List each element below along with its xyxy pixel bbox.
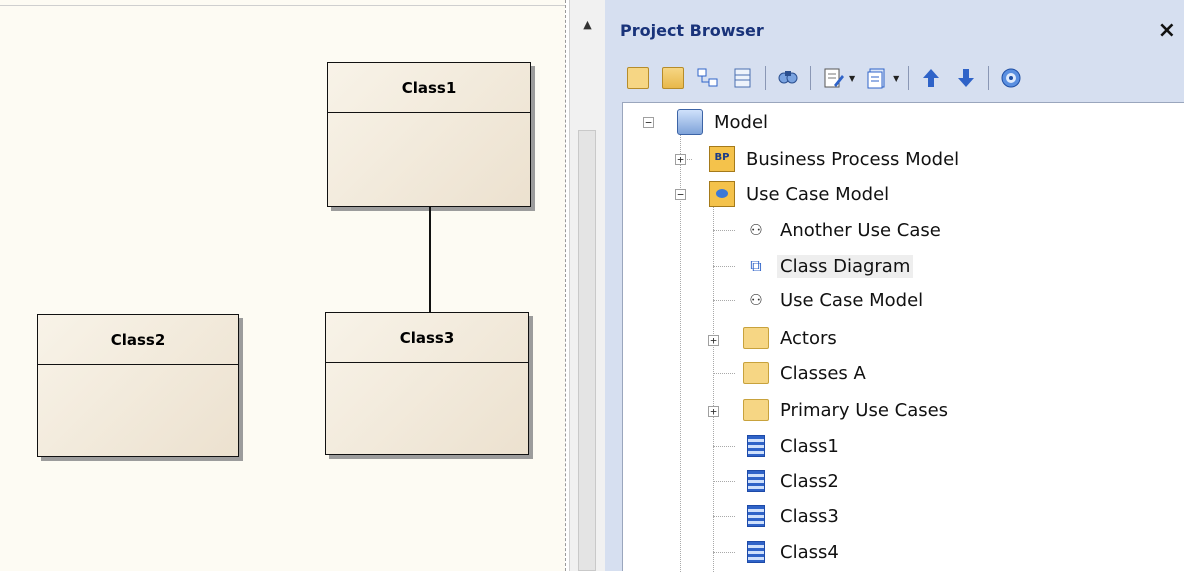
tree-node-use-case-model-diagram[interactable]: ⚇ Use Case Model (743, 283, 926, 317)
tree-guide-line (713, 552, 735, 553)
canvas-top-border (0, 5, 565, 6)
tree-node-class3[interactable]: Class3 (743, 499, 842, 533)
tree-node-another-use-case[interactable]: ⚇ Another Use Case (743, 213, 944, 247)
tree-guide-line (713, 373, 735, 374)
tree-node-label: Class2 (780, 470, 839, 492)
new-view-icon[interactable] (660, 65, 686, 91)
panel-title: Project Browser (620, 20, 764, 40)
folder-icon (743, 327, 769, 349)
tree-node-class-diagram[interactable]: ⧉ Class Diagram (743, 249, 914, 283)
use-case-model-icon (709, 181, 735, 207)
project-browser-toolbar: ▼ ▼ (625, 58, 1184, 98)
toolbar-separator (810, 66, 811, 90)
tree-guide-line (713, 230, 735, 231)
tree-node-label: Class Diagram (777, 254, 914, 278)
toolbar-separator (765, 66, 766, 90)
toolbar-separator (908, 66, 910, 90)
tree-node-class2[interactable]: Class2 (743, 464, 842, 498)
collapse-toggle[interactable]: − (643, 117, 654, 128)
class-icon (747, 505, 765, 527)
class-icon (747, 541, 765, 563)
tree-node-label: Another Use Case (780, 219, 941, 241)
collapse-toggle[interactable]: − (675, 189, 686, 200)
folder-icon (743, 399, 769, 421)
class-element-class2[interactable]: Class2 (37, 314, 239, 457)
tree-node-label: Class1 (780, 435, 839, 457)
tree-node-label: Actors (780, 327, 837, 349)
vertical-scrollbar[interactable]: ▲ (569, 0, 605, 571)
model-root-icon (677, 109, 703, 135)
tree-guide-line (713, 516, 735, 517)
class-name: Class2 (38, 315, 238, 365)
tree-node-primary-use-cases[interactable]: Primary Use Cases (743, 393, 951, 427)
toolbar-separator (988, 66, 990, 90)
tree-guide-line (713, 481, 735, 482)
new-element-icon[interactable] (730, 65, 756, 91)
folder-icon (743, 362, 769, 384)
class-icon (747, 470, 765, 492)
splitter-divider[interactable] (565, 0, 566, 571)
tree-node-label: Class3 (780, 505, 839, 527)
class-name: Class3 (326, 313, 528, 363)
find-icon[interactable] (775, 65, 801, 91)
tree-node-label: Primary Use Cases (780, 399, 949, 421)
move-down-icon[interactable] (953, 65, 979, 91)
tree-guide-line (713, 266, 735, 267)
new-diagram-icon[interactable] (695, 65, 721, 91)
tree-node-label: Use Case Model (746, 183, 890, 205)
chevron-down-icon[interactable]: ▼ (849, 74, 855, 83)
tree-node-classes-a[interactable]: Classes A (743, 356, 869, 390)
scroll-up-arrow-icon[interactable]: ▲ (570, 10, 605, 38)
move-up-icon[interactable] (918, 65, 944, 91)
use-case-diagram-icon: ⚇ (749, 221, 763, 239)
close-icon[interactable]: × (1158, 18, 1176, 43)
generate-documentation-icon[interactable] (864, 65, 890, 91)
tree-node-class1[interactable]: Class1 (743, 429, 842, 463)
help-icon[interactable] (998, 65, 1024, 91)
class-diagram-icon: ⧉ (750, 256, 762, 275)
chevron-down-icon[interactable]: ▼ (893, 74, 899, 83)
tree-node-class4[interactable]: Class4 (743, 535, 842, 569)
tree-guide-line (713, 446, 735, 447)
panel-header: Project Browser × (605, 8, 1184, 52)
project-tree[interactable]: − + − + + Model BP Business Process Mode… (622, 102, 1184, 572)
tree-node-label: Business Process Model (746, 148, 960, 170)
class-element-class1[interactable]: Class1 (327, 62, 531, 207)
diagram-canvas[interactable]: Class1 Class2 Class3 (0, 0, 565, 571)
tree-node-business-process-model[interactable]: BP Business Process Model (709, 142, 962, 176)
expand-toggle[interactable]: + (708, 335, 719, 346)
association-connector[interactable] (429, 207, 431, 312)
class-name: Class1 (328, 63, 530, 113)
tree-node-label: Model (714, 111, 769, 133)
new-package-icon[interactable] (625, 65, 651, 91)
tree-node-use-case-model[interactable]: Use Case Model (709, 177, 892, 211)
edit-properties-icon[interactable] (820, 65, 846, 91)
expand-toggle[interactable]: + (675, 154, 686, 165)
scrollbar-thumb[interactable] (578, 130, 596, 571)
tree-node-label: Class4 (780, 541, 839, 563)
business-process-model-icon: BP (709, 146, 735, 172)
use-case-diagram-icon: ⚇ (749, 291, 763, 309)
tree-node-label: Use Case Model (780, 289, 924, 311)
class-element-class3[interactable]: Class3 (325, 312, 529, 455)
class-icon (747, 435, 765, 457)
expand-toggle[interactable]: + (708, 406, 719, 417)
tree-node-actors[interactable]: Actors (743, 321, 840, 355)
tree-node-label: Classes A (780, 362, 866, 384)
tree-node-model[interactable]: Model (677, 105, 771, 139)
tree-guide-line (713, 300, 735, 301)
